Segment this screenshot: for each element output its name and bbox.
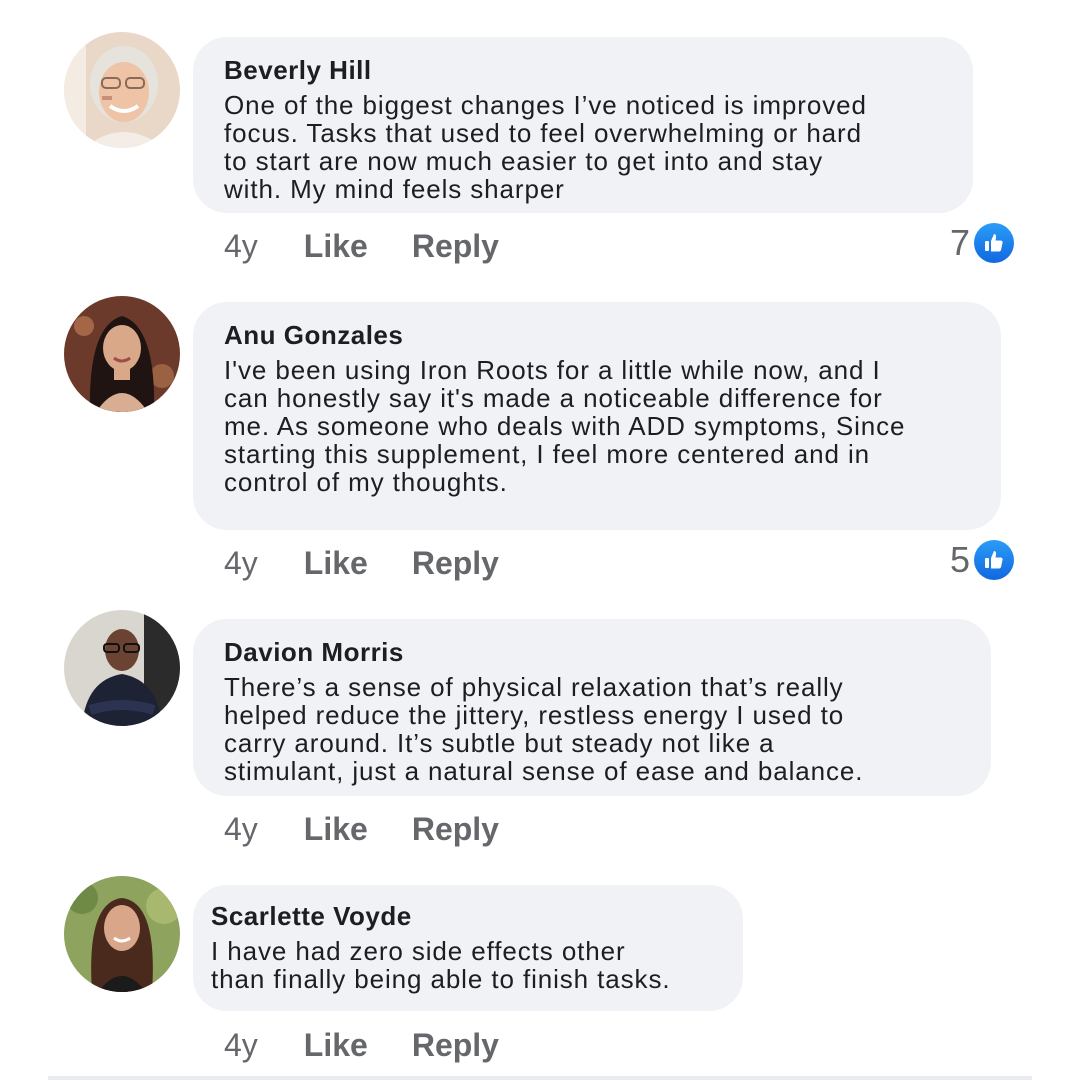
reply-button[interactable]: Reply xyxy=(412,545,499,582)
reply-button[interactable]: Reply xyxy=(412,811,499,848)
comment-text-line: to start are now much easier to get into… xyxy=(224,146,824,176)
reaction-summary[interactable]: 7 xyxy=(950,222,1014,264)
comment-timestamp[interactable]: 4y xyxy=(224,545,258,582)
comment-text-line: I've been using Iron Roots for a little … xyxy=(224,355,881,385)
comment-bubble: Davion Morris There’s a sense of physica… xyxy=(193,619,991,796)
like-button[interactable]: Like xyxy=(304,1027,368,1064)
comment-text-line: can honestly say it's made a noticeable … xyxy=(224,383,883,413)
comment-bubble: Beverly Hill One of the biggest changes … xyxy=(193,37,973,213)
comment-timestamp[interactable]: 4y xyxy=(224,811,258,848)
comment-author[interactable]: Anu Gonzales xyxy=(224,320,981,350)
comment-text-line: than finally being able to finish tasks. xyxy=(211,964,671,994)
comment-text-line: control of my thoughts. xyxy=(224,467,508,497)
like-button[interactable]: Like xyxy=(304,228,368,265)
comment-text-line: stimulant, just a natural sense of ease … xyxy=(224,756,864,786)
reaction-count: 5 xyxy=(949,539,970,580)
comment-bubble: Scarlette Voyde I have had zero side eff… xyxy=(193,885,743,1011)
comment-bubble: Anu Gonzales I've been using Iron Roots … xyxy=(193,302,1001,530)
thumbs-up-icon xyxy=(974,540,1014,580)
comment-timestamp[interactable]: 4y xyxy=(224,228,258,265)
avatar[interactable] xyxy=(64,32,180,148)
comment-text-line: I have had zero side effects other xyxy=(211,936,626,966)
comment-text-line: helped reduce the jittery, restless ener… xyxy=(224,700,845,730)
reply-button[interactable]: Reply xyxy=(412,228,499,265)
comment-text-line: me. As someone who deals with ADD sympto… xyxy=(224,411,906,441)
divider xyxy=(48,1076,1032,1080)
comment-author[interactable]: Davion Morris xyxy=(224,637,961,667)
comment-text: I have had zero side effects other than … xyxy=(211,937,723,993)
like-button[interactable]: Like xyxy=(304,545,368,582)
reaction-count: 7 xyxy=(949,222,970,263)
reaction-summary[interactable]: 5 xyxy=(950,539,1014,581)
comment-author[interactable]: Scarlette Voyde xyxy=(211,901,723,931)
comment-actions: 4y Like Reply xyxy=(224,228,543,265)
avatar-photo xyxy=(64,296,180,412)
comment-text-line: focus. Tasks that used to feel overwhelm… xyxy=(224,118,862,148)
avatar[interactable] xyxy=(64,876,180,992)
comment-text: I've been using Iron Roots for a little … xyxy=(224,356,981,496)
comment-text-line: carry around. It’s subtle but steady not… xyxy=(224,728,775,758)
comment-actions: 4y Like Reply xyxy=(224,1027,543,1064)
comment-text: There’s a sense of physical relaxation t… xyxy=(224,673,961,785)
comment-timestamp[interactable]: 4y xyxy=(224,1027,258,1064)
comment-text-line: starting this supplement, I feel more ce… xyxy=(224,439,871,469)
comment-actions: 4y Like Reply xyxy=(224,545,543,582)
comment-author[interactable]: Beverly Hill xyxy=(224,55,943,85)
avatar[interactable] xyxy=(64,610,180,726)
comment-text-line: One of the biggest changes I’ve noticed … xyxy=(224,90,867,120)
comment-text-line: There’s a sense of physical relaxation t… xyxy=(224,672,844,702)
comment-actions: 4y Like Reply xyxy=(224,811,543,848)
avatar-photo xyxy=(64,876,180,992)
reply-button[interactable]: Reply xyxy=(412,1027,499,1064)
avatar-photo xyxy=(64,32,180,148)
comment-text-line: with. My mind feels sharper xyxy=(224,174,565,204)
thumbs-up-icon xyxy=(974,223,1014,263)
like-button[interactable]: Like xyxy=(304,811,368,848)
avatar-photo xyxy=(64,610,180,726)
comment-text: One of the biggest changes I’ve noticed … xyxy=(224,91,943,203)
avatar[interactable] xyxy=(64,296,180,412)
